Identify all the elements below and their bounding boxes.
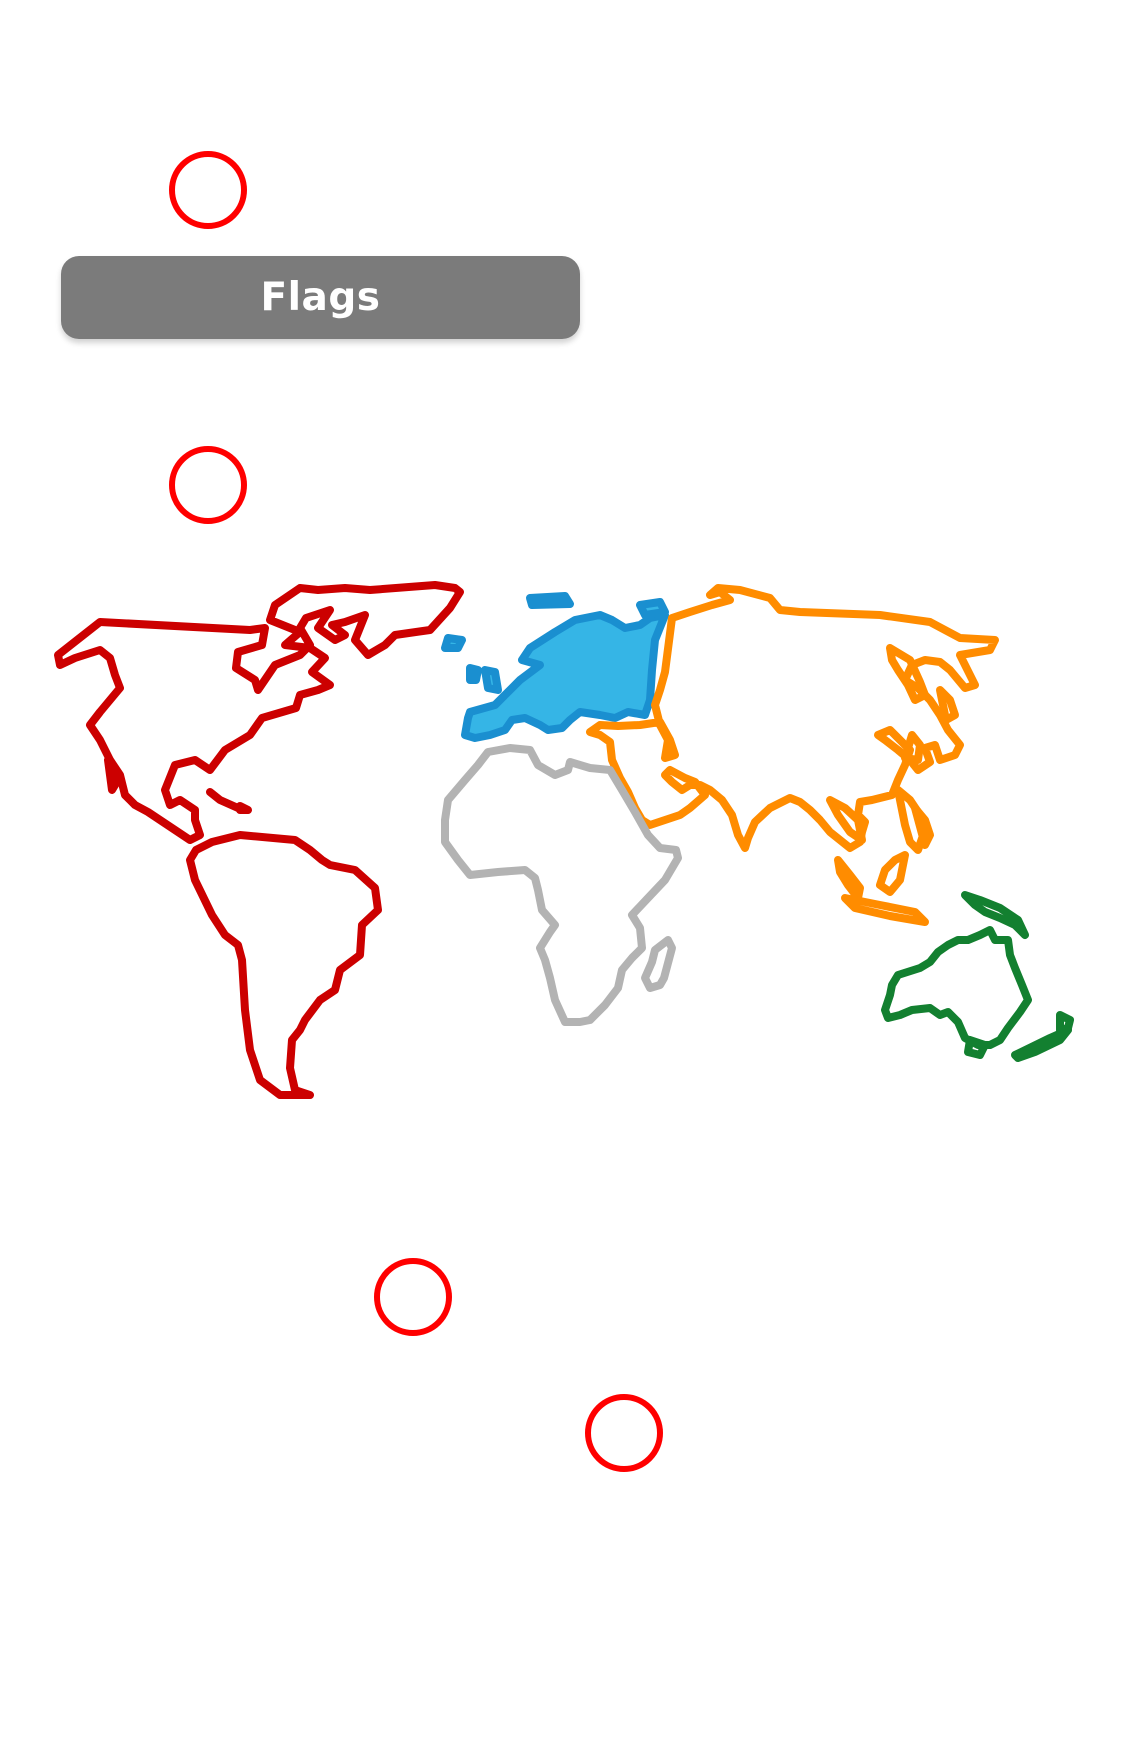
africa-outline[interactable] (441, 744, 682, 1026)
marker-3[interactable] (374, 1258, 452, 1336)
flags-button[interactable]: Flags (61, 256, 580, 339)
europe-outline[interactable] (441, 592, 669, 742)
marker-4[interactable] (585, 1394, 663, 1472)
marker-1[interactable] (169, 151, 247, 229)
marker-2[interactable] (169, 446, 247, 524)
flags-label: Flags (260, 275, 381, 320)
americas-outline[interactable] (54, 581, 464, 1099)
